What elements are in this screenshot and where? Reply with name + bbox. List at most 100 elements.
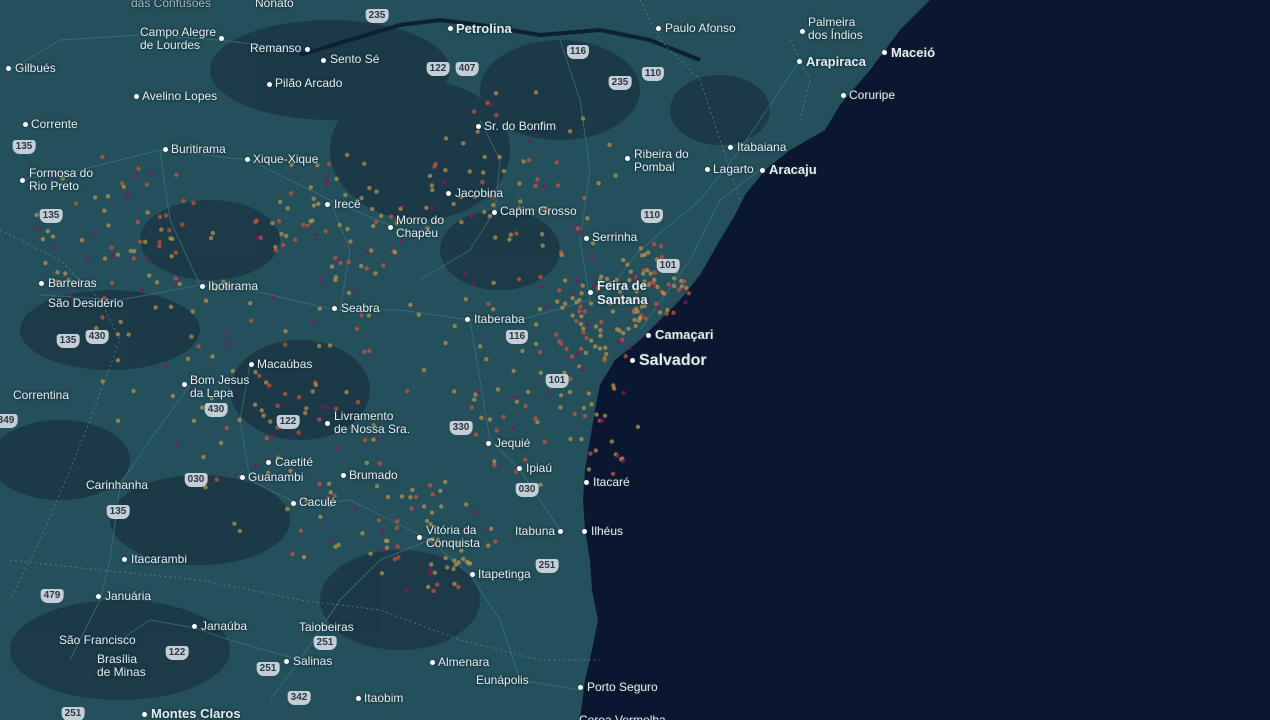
city-marker-icon[interactable] <box>705 167 710 172</box>
city-label[interactable]: Barreiras <box>48 277 97 290</box>
city-marker-icon[interactable] <box>492 210 497 215</box>
city-marker-icon[interactable] <box>470 572 475 577</box>
city-marker-icon[interactable] <box>430 660 435 665</box>
city-marker-icon[interactable] <box>486 441 491 446</box>
city-marker-icon[interactable] <box>630 358 635 363</box>
city-label[interactable]: Sr. do Bonfim <box>484 120 556 133</box>
city-marker-icon[interactable] <box>96 594 101 599</box>
city-marker-icon[interactable] <box>321 58 326 63</box>
city-label[interactable]: Livramento de Nossa Sra. <box>334 410 410 436</box>
city-marker-icon[interactable] <box>249 362 254 367</box>
city-marker-icon[interactable] <box>728 145 733 150</box>
city-label[interactable]: Eunápolis <box>476 674 529 687</box>
city-marker-icon[interactable] <box>163 147 168 152</box>
city-label[interactable]: Coroa Vermelha <box>579 714 666 720</box>
city-label[interactable]: Brasília de Minas <box>97 653 146 679</box>
city-label[interactable]: Bom Jesus da Lapa <box>190 374 249 400</box>
city-label[interactable]: Salinas <box>293 655 332 668</box>
city-marker-icon[interactable] <box>760 168 765 173</box>
city-label[interactable]: Buritirama <box>171 143 226 156</box>
city-marker-icon[interactable] <box>245 157 250 162</box>
city-marker-icon[interactable] <box>341 473 346 478</box>
city-label[interactable]: Xique-Xique <box>253 153 318 166</box>
city-marker-icon[interactable] <box>200 284 205 289</box>
map-canvas[interactable]: das Confusões Nonato Campo Alegre de Lourde… <box>0 0 1270 720</box>
city-label[interactable]: Aracaju <box>769 163 817 177</box>
city-label[interactable]: Porto Seguro <box>587 681 658 694</box>
city-label[interactable]: Caculé <box>299 496 336 509</box>
city-label[interactable]: Palmeira dos Índios <box>808 16 863 42</box>
city-marker-icon[interactable] <box>797 59 802 64</box>
city-label[interactable]: das Confusões <box>131 0 211 10</box>
city-label[interactable]: Paulo Afonso <box>665 22 736 35</box>
city-label[interactable]: Morro do Chapéu <box>396 214 444 240</box>
city-marker-icon[interactable] <box>841 93 846 98</box>
city-marker-icon[interactable] <box>882 50 887 55</box>
city-label[interactable]: Taiobeiras <box>299 621 354 634</box>
city-label[interactable]: Petrolina <box>456 22 512 36</box>
city-marker-icon[interactable] <box>142 712 147 717</box>
city-label[interactable]: Formosa do Rio Preto <box>29 167 93 193</box>
city-marker-icon[interactable] <box>800 29 805 34</box>
city-marker-icon[interactable] <box>588 290 593 295</box>
city-marker-icon[interactable] <box>122 557 127 562</box>
city-marker-icon[interactable] <box>332 306 337 311</box>
city-label[interactable]: Avelino Lopes <box>142 90 217 103</box>
city-marker-icon[interactable] <box>240 475 245 480</box>
city-label[interactable]: Janaúba <box>201 620 247 633</box>
city-label[interactable]: Itabaiana <box>737 141 786 154</box>
city-label[interactable]: Correntina <box>13 389 69 402</box>
city-marker-icon[interactable] <box>584 480 589 485</box>
city-label[interactable]: Camaçari <box>655 328 714 342</box>
city-label[interactable]: Vitória da Conquista <box>426 524 480 550</box>
city-label[interactable]: Arapiraca <box>806 55 866 69</box>
city-marker-icon[interactable] <box>39 281 44 286</box>
city-label[interactable]: Ibotirama <box>208 280 258 293</box>
city-label[interactable]: Serrinha <box>592 231 637 244</box>
city-label[interactable]: Januária <box>105 590 151 603</box>
city-label[interactable]: Feira de Santana <box>597 279 648 307</box>
city-marker-icon[interactable] <box>476 124 481 129</box>
city-label[interactable]: Ipiaú <box>526 462 552 475</box>
city-marker-icon[interactable] <box>465 317 470 322</box>
city-label[interactable]: Ribeira do Pombal <box>634 148 689 174</box>
city-marker-icon[interactable] <box>578 685 583 690</box>
city-marker-icon[interactable] <box>388 225 393 230</box>
city-marker-icon[interactable] <box>656 26 661 31</box>
city-label[interactable]: Remanso <box>250 42 301 55</box>
city-marker-icon[interactable] <box>646 333 651 338</box>
city-marker-icon[interactable] <box>20 178 25 183</box>
city-marker-icon[interactable] <box>325 421 330 426</box>
city-label[interactable]: Jequié <box>495 437 530 450</box>
city-label[interactable]: Carinhanha <box>86 479 148 492</box>
city-marker-icon[interactable] <box>219 36 224 41</box>
city-marker-icon[interactable] <box>446 191 451 196</box>
city-label[interactable]: Irecê <box>334 198 361 211</box>
city-label[interactable]: Corrente <box>31 118 78 131</box>
city-marker-icon[interactable] <box>584 236 589 241</box>
city-marker-icon[interactable] <box>448 26 453 31</box>
city-label[interactable]: Pilão Arcado <box>275 77 342 90</box>
city-label[interactable]: Macaúbas <box>257 358 312 371</box>
city-label[interactable]: Gilbués <box>15 62 56 75</box>
city-label[interactable]: Coruripe <box>849 89 895 102</box>
city-marker-icon[interactable] <box>417 535 422 540</box>
city-label[interactable]: Itaobim <box>364 692 403 705</box>
city-label[interactable]: Maceió <box>891 46 935 60</box>
city-marker-icon[interactable] <box>267 82 272 87</box>
city-marker-icon[interactable] <box>134 94 139 99</box>
city-label[interactable]: Capim Grosso <box>500 205 577 218</box>
city-label[interactable]: Almenara <box>438 656 489 669</box>
city-marker-icon[interactable] <box>305 47 310 52</box>
city-label[interactable]: Itacarambi <box>131 553 187 566</box>
city-label[interactable]: São Francisco <box>59 634 136 647</box>
city-marker-icon[interactable] <box>284 659 289 664</box>
city-marker-icon[interactable] <box>625 156 630 161</box>
city-label[interactable]: Lagarto <box>713 163 754 176</box>
city-label[interactable]: Caetité <box>275 456 313 469</box>
city-label[interactable]: Nonato <box>255 0 294 10</box>
city-label[interactable]: Jacobina <box>455 187 503 200</box>
city-label[interactable]: Itapetinga <box>478 568 531 581</box>
city-marker-icon[interactable] <box>291 501 296 506</box>
city-marker-icon[interactable] <box>356 696 361 701</box>
